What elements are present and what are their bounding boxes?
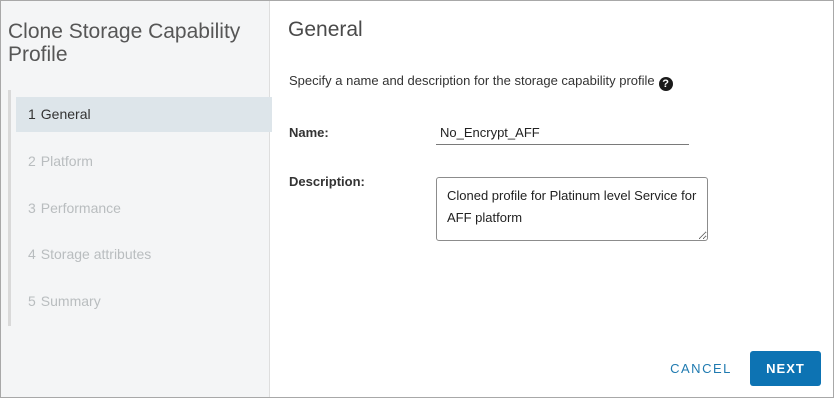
step-number: 2 [28,153,36,169]
wizard-step-general[interactable]: 1 General [16,97,272,132]
step-label: Performance [40,200,121,216]
cancel-button[interactable]: CANCEL [662,351,740,385]
name-label: Name: [289,125,329,140]
page-title: General [288,18,363,41]
wizard-step-storage-attributes[interactable]: 4 Storage attributes [16,237,272,272]
question-circle-icon[interactable]: ? [658,77,673,91]
intro-text: Specify a name and description for the s… [289,72,673,91]
clone-profile-dialog: Clone Storage Capability Profile 1 Genera… [0,0,834,398]
wizard-step-performance[interactable]: 3 Performance [16,191,272,226]
description-field[interactable]: Cloned profile for Platinum level Servic… [436,177,708,241]
step-label: Storage attributes [40,246,152,262]
step-number: 4 [28,246,36,262]
step-label: Summary [40,293,101,309]
step-label: General [40,106,91,122]
step-number: 5 [28,293,36,309]
wizard-steps: 1 General 2 Platform 3 Performance 4 Storage… [8,90,272,326]
wizard-step-platform[interactable]: 2 Platform [16,144,272,179]
step-number: 3 [28,200,36,216]
name-field[interactable] [436,121,689,145]
next-button[interactable]: NEXT [750,351,821,386]
intro-label: Specify a name and description for the s… [289,73,655,88]
description-label: Description: [289,174,365,189]
wizard-sidebar: Clone Storage Capability Profile 1 Genera… [1,1,272,397]
step-label: Platform [40,153,93,169]
step-number: 1 [28,106,36,122]
dialog-title: Clone Storage Capability Profile [8,20,241,66]
wizard-step-summary[interactable]: 5 Summary [16,284,272,319]
